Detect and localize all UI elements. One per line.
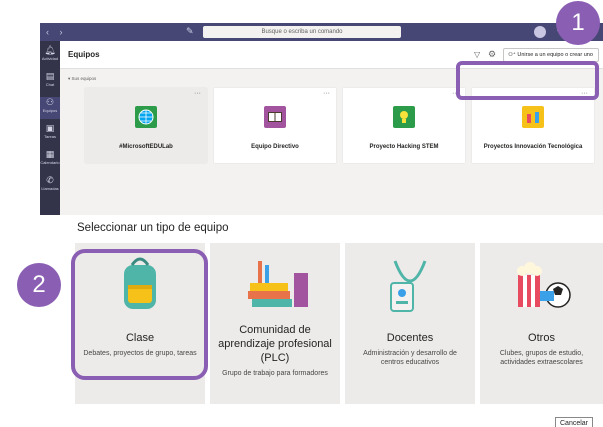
science-icon — [522, 106, 544, 128]
teams-window: ‹ › ✎ Busque o escriba un comando – □ × … — [40, 23, 603, 215]
callout-highlight-join — [456, 61, 599, 100]
book-icon — [264, 106, 286, 128]
compose-icon[interactable]: ✎ — [186, 26, 194, 37]
nav-arrows[interactable]: ‹ › — [46, 27, 67, 37]
title-bar: ‹ › ✎ Busque o escriba un comando – □ × — [40, 23, 603, 41]
rail-item-activity[interactable]: 🔔︎ Actividad — [40, 45, 60, 67]
team-card[interactable]: ··· #MicrosoftEDULab — [85, 88, 207, 163]
books-icon — [210, 251, 340, 319]
rail-item-assignments[interactable]: ▣ Tareas — [40, 123, 60, 145]
team-card[interactable]: ··· Proyecto Hacking STEM — [343, 88, 465, 163]
callout-badge-2: 2 — [17, 263, 61, 307]
team-name: Equipo Directivo — [251, 144, 299, 150]
cancel-button[interactable]: Cancelar — [555, 417, 594, 427]
more-options-icon[interactable]: ··· — [194, 90, 201, 97]
calendar-icon: ▦ — [45, 149, 55, 159]
team-type-description: Administración y desarrollo de centros e… — [363, 350, 457, 366]
team-type-staff[interactable]: Docentes Administración y desarrollo de … — [345, 243, 475, 404]
rail-item-calls[interactable]: ✆ Llamadas — [40, 175, 60, 197]
gear-icon[interactable]: ⚙ — [488, 49, 496, 60]
assignments-icon: ▣ — [45, 123, 55, 133]
dialog-title: Seleccionar un tipo de equipo — [77, 222, 229, 234]
team-name: Proyecto Hacking STEM — [369, 144, 439, 150]
callout-highlight-class — [71, 249, 208, 380]
popcorn-ball-icon — [480, 251, 603, 319]
team-card[interactable]: ··· Equipo Directivo — [214, 88, 336, 163]
search-input[interactable]: Busque o escriba un comando — [203, 26, 401, 38]
team-type-other[interactable]: Otros Clubes, grupos de estudio, activid… — [480, 243, 603, 404]
more-options-icon[interactable]: ··· — [323, 90, 330, 97]
team-name: #MicrosoftEDULab — [119, 144, 173, 150]
join-or-create-team-button[interactable]: ⚇⁺ Unirse a un equipo o crear uno — [503, 48, 599, 62]
chat-icon: ▤ — [45, 71, 55, 81]
page: ‹ › ✎ Busque o escriba un comando – □ × … — [0, 0, 603, 427]
team-type-description: Grupo de trabajo para formadores — [222, 370, 328, 377]
globe-icon — [135, 106, 157, 128]
badge-icon — [345, 251, 475, 319]
app-rail: 🔔︎ Actividad ▤ Chat ⚇ Equipos ▣ Tareas ▦… — [40, 41, 60, 215]
avatar[interactable] — [534, 26, 546, 38]
page-title: Equipos — [68, 50, 100, 59]
rail-item-chat[interactable]: ▤ Chat — [40, 71, 60, 93]
teams-icon: ⚇ — [45, 97, 55, 107]
add-team-icon: ⚇⁺ — [508, 52, 518, 58]
rail-item-calendar[interactable]: ▦ Calendario — [40, 149, 60, 171]
filter-icon[interactable]: ▽ — [474, 50, 480, 59]
team-type-name: Comunidad de aprendizaje profesional (PL… — [218, 324, 332, 364]
team-type-plc[interactable]: Comunidad de aprendizaje profesional (PL… — [210, 243, 340, 404]
rail-item-teams[interactable]: ⚇ Equipos — [40, 97, 60, 119]
lightbulb-icon — [393, 106, 415, 128]
team-type-name: Otros — [528, 332, 555, 344]
team-name: Proyectos Innovación Tecnológica — [483, 144, 583, 150]
team-type-name: Docentes — [386, 332, 434, 344]
phone-icon: ✆ — [46, 175, 54, 185]
section-label: ▾ Sus equipos — [68, 76, 97, 81]
callout-badge-1: 1 — [556, 1, 600, 45]
bell-icon: 🔔︎ — [44, 45, 56, 55]
team-type-description: Clubes, grupos de estudio, actividades e… — [499, 350, 584, 366]
